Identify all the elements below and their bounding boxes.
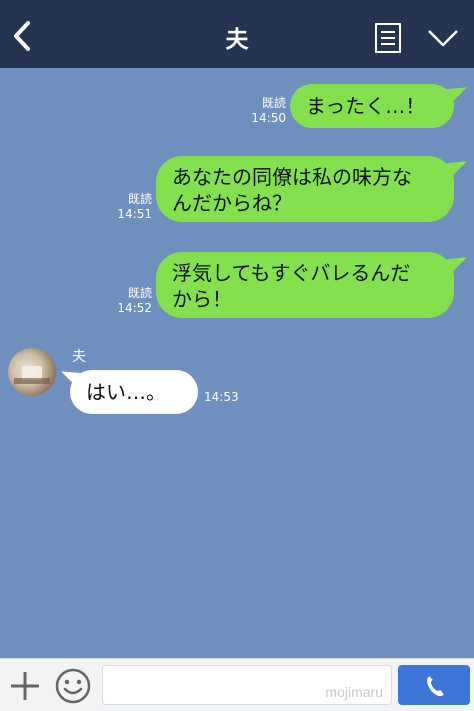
message-text-line: から！ xyxy=(172,287,232,311)
message-meta: 既読 14:51 xyxy=(100,192,152,222)
chat-area[interactable]: 既読 14:50 まったく…！ 既読 14:51 あなたの同僚は私の味方な んだ… xyxy=(0,68,474,658)
chevron-down-icon xyxy=(428,30,458,47)
message-bubble[interactable]: はい…。 xyxy=(70,370,198,414)
emoji-button[interactable] xyxy=(54,667,92,705)
message-time: 14:53 xyxy=(204,390,239,404)
watermark: mojimaru xyxy=(325,684,383,700)
read-status: 既読 xyxy=(127,286,152,300)
message-meta: 既読 14:50 xyxy=(236,96,286,126)
avatar[interactable] xyxy=(8,348,56,396)
message-input[interactable]: mojimaru xyxy=(102,665,392,705)
chat-title: 夫 xyxy=(225,27,249,53)
sender-name: 夫 xyxy=(72,349,86,365)
phone-icon xyxy=(427,676,444,697)
chat-header: 夫 xyxy=(0,0,474,68)
expand-button[interactable] xyxy=(426,26,460,50)
message-text: はい…。 xyxy=(86,380,166,404)
message-bubble[interactable]: まったく…！ xyxy=(290,84,454,128)
message-meta: 既読 14:52 xyxy=(100,286,152,316)
avatar-photo xyxy=(14,366,50,384)
menu-button[interactable] xyxy=(374,22,402,54)
read-status: 既読 xyxy=(127,192,152,206)
message-time: 14:50 xyxy=(251,111,286,125)
message-text-line: あなたの同僚は私の味方な xyxy=(172,165,412,189)
message-bubble[interactable]: あなたの同僚は私の味方な んだからね？ xyxy=(156,156,454,222)
add-button[interactable] xyxy=(8,669,42,703)
input-bar: mojimaru xyxy=(0,658,474,711)
message-bubble[interactable]: 浮気してもすぐバレるんだ から！ xyxy=(156,252,454,318)
read-status: 既読 xyxy=(261,96,286,110)
message-time: 14:52 xyxy=(117,301,152,315)
call-button[interactable] xyxy=(398,665,470,705)
message-time: 14:51 xyxy=(117,207,152,221)
message-text-line: 浮気してもすぐバレるんだ xyxy=(172,261,411,285)
message-text-line: んだからね？ xyxy=(172,191,292,215)
plus-icon xyxy=(11,672,39,700)
emoji-icon xyxy=(55,668,91,704)
menu-icon xyxy=(375,23,401,53)
message-text: まったく…！ xyxy=(306,94,426,118)
